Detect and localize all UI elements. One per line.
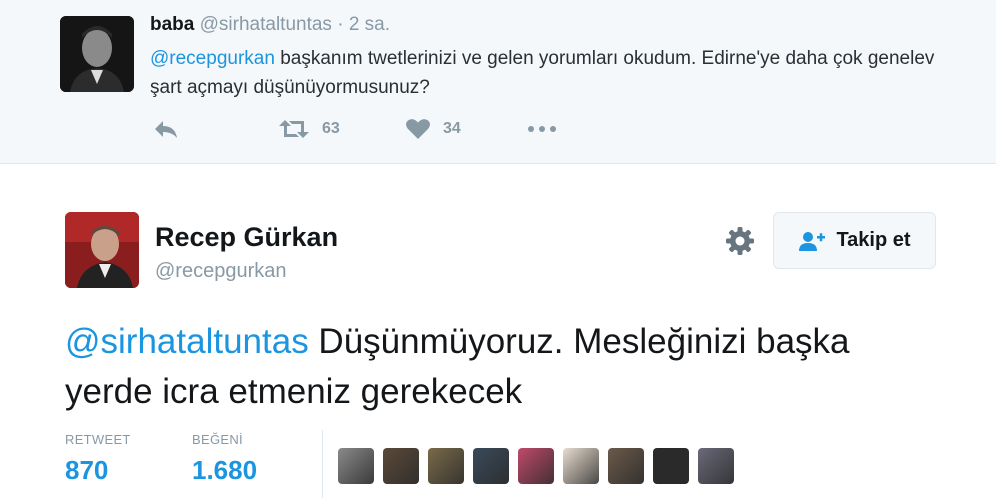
follow-user-icon — [799, 231, 826, 251]
like-stat[interactable]: BEĞENİ 1.680 — [192, 432, 257, 486]
more-icon — [528, 126, 556, 132]
heart-icon — [406, 119, 430, 139]
retweet-count: 63 — [322, 120, 340, 137]
liker-avatar[interactable] — [338, 448, 374, 484]
author-name[interactable]: baba — [150, 14, 194, 35]
liker-avatar[interactable] — [518, 448, 554, 484]
avatar[interactable] — [60, 16, 134, 92]
liker-avatar[interactable] — [563, 448, 599, 484]
like-stat-value: 1.680 — [192, 455, 258, 485]
liker-avatar[interactable] — [608, 448, 644, 484]
liker-avatar[interactable] — [653, 448, 689, 484]
like-button[interactable]: 34 — [405, 118, 461, 140]
mention-link[interactable]: @sirhataltuntas — [65, 322, 309, 361]
reply-header: baba @sirhataltuntas · 2 sa. — [150, 14, 390, 36]
avatar[interactable] — [65, 212, 139, 288]
settings-button[interactable] — [724, 225, 756, 257]
retweet-icon — [279, 120, 309, 138]
like-count: 34 — [443, 120, 461, 137]
follow-button-label: Takip et — [836, 229, 911, 251]
stats-divider — [322, 430, 323, 498]
reply-icon — [155, 121, 177, 138]
more-button[interactable] — [527, 118, 557, 140]
liker-avatar[interactable] — [473, 448, 509, 484]
retweet-button[interactable]: 63 — [278, 118, 340, 140]
timestamp[interactable]: 2 sa. — [349, 14, 390, 35]
retweet-stat[interactable]: RETWEET 870 — [65, 432, 131, 486]
liker-avatar[interactable] — [428, 448, 464, 484]
tweet-text: @recepgurkan başkanım twetlerinizi ve ge… — [150, 44, 950, 102]
retweet-stat-label: RETWEET — [65, 432, 131, 447]
gear-icon — [726, 227, 754, 255]
liker-avatar[interactable] — [383, 448, 419, 484]
mention-link[interactable]: @recepgurkan — [150, 48, 275, 69]
author-name[interactable]: Recep Gürkan — [155, 222, 338, 253]
author-handle[interactable]: @recepgurkan — [155, 260, 286, 283]
reply-tweet[interactable]: baba @sirhataltuntas · 2 sa. @recepgurka… — [0, 0, 996, 164]
main-tweet: Recep Gürkan @recepgurkan Takip et @sirh… — [0, 164, 996, 498]
reply-button[interactable] — [153, 118, 179, 140]
author-handle[interactable]: @sirhataltuntas — [200, 14, 332, 35]
retweet-stat-value: 870 — [65, 455, 109, 485]
liker-avatar[interactable] — [698, 448, 734, 484]
like-stat-label: BEĞENİ — [192, 432, 243, 447]
tweet-text: @sirhataltuntas Düşünmüyoruz. Mesleğiniz… — [65, 317, 925, 417]
liker-avatars — [338, 448, 743, 484]
separator: · — [337, 14, 344, 35]
follow-button[interactable]: Takip et — [773, 212, 936, 269]
